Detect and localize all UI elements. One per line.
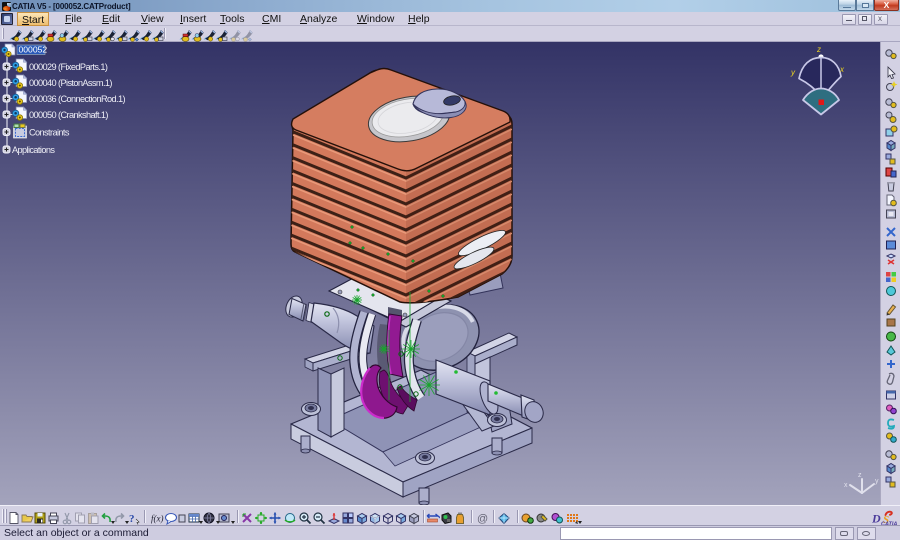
svg-text:x: x: [844, 482, 848, 489]
svg-text:Applications: Applications: [12, 145, 55, 155]
svg-text:Constraints: Constraints: [29, 128, 70, 138]
svg-text:000052: 000052: [19, 45, 48, 55]
svg-text:D: D: [872, 512, 881, 526]
svg-text:000040 (PistonAssm.1): 000040 (PistonAssm.1): [29, 78, 112, 88]
svg-text:000029 (FixedParts.1): 000029 (FixedParts.1): [29, 62, 108, 72]
svg-text:@: @: [477, 513, 488, 525]
svg-text:y: y: [875, 478, 879, 485]
svg-text:?: ?: [129, 513, 135, 525]
svg-text:000036 (ConnectionRod.1): 000036 (ConnectionRod.1): [29, 94, 125, 104]
svg-text:z: z: [858, 472, 862, 479]
svg-text:f(x): f(x): [151, 513, 164, 523]
svg-text:z: z: [816, 45, 821, 54]
svg-text:x: x: [839, 65, 845, 74]
svg-text:y: y: [790, 68, 796, 77]
svg-text:000050 (Crankshaft.1): 000050 (Crankshaft.1): [29, 110, 108, 120]
